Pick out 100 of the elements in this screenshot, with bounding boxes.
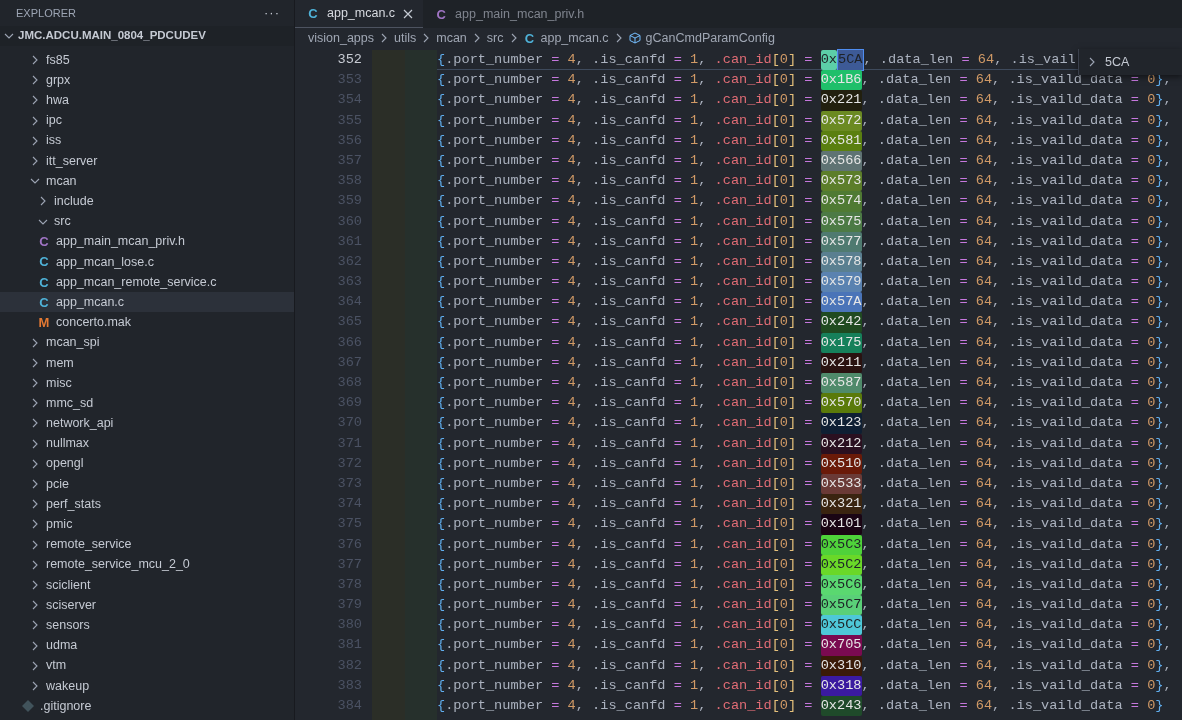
hex-value: 0x212: [820, 433, 862, 454]
chevron-right-icon[interactable]: [30, 418, 40, 429]
code-text: {.port_number = 4, .is_canfd = 1, .can_id[0] =: [437, 495, 814, 514]
folder-item[interactable]: ipc: [0, 110, 294, 131]
chevron-right-icon[interactable]: [30, 438, 40, 449]
folder-item[interactable]: mcan_spi: [0, 332, 294, 353]
breadcrumb-item[interactable]: utils: [394, 28, 417, 48]
breadcrumb-item[interactable]: mcan: [436, 28, 467, 48]
chevron-right-icon[interactable]: [30, 519, 40, 530]
file-item[interactable]: .gitignore: [0, 696, 294, 717]
file-item[interactable]: M concerto.mak: [0, 312, 294, 333]
hex-value: 0x581: [820, 130, 862, 151]
folder-item[interactable]: udma: [0, 635, 294, 656]
makefile-icon: M: [38, 316, 50, 330]
chevron-right-icon[interactable]: [30, 620, 40, 631]
file-item[interactable]: C app_mcan.c: [0, 292, 294, 313]
code-text: {.port_number = 4, .is_canfd = 1, .can_id[0] =: [437, 232, 814, 251]
breadcrumb-item[interactable]: vision_apps: [308, 28, 374, 48]
code-text: , .data_len = 64, .is_vaild_data = 0},: [861, 515, 1172, 534]
code-text: {.port_number = 4, .is_canfd = 1, .can_id[0] =: [437, 50, 814, 69]
folder-item[interactable]: mcan: [0, 171, 294, 192]
folder-item[interactable]: mmc_sd: [0, 393, 294, 414]
code-text: {.port_number = 4, .is_canfd = 1, .can_id[0] =: [437, 535, 814, 554]
chevron-right-icon[interactable]: [30, 640, 40, 651]
code-text: {.port_number = 4, .is_canfd = 1, .can_id[0] =: [437, 151, 814, 170]
folder-item[interactable]: vtm: [0, 655, 294, 676]
chevron-right-icon[interactable]: [30, 156, 40, 167]
folder-item[interactable]: pmic: [0, 514, 294, 535]
hex-value: 0x510: [820, 453, 862, 474]
folder-item[interactable]: perf_stats: [0, 494, 294, 515]
code-text: , .data_len = 64, .is_vaild_data = 0},: [861, 212, 1172, 231]
chevron-right-icon[interactable]: [38, 196, 48, 207]
code-text: {.port_number = 4, .is_canfd = 1, .can_id[0] =: [437, 474, 814, 493]
chevron-right-icon[interactable]: [30, 579, 40, 590]
breadcrumb-item[interactable]: src: [486, 28, 504, 48]
chevron-right-icon[interactable]: [30, 135, 40, 146]
workspace-header[interactable]: JMC.ADCU.MAIN_0804_PDCUDEV: [0, 26, 294, 46]
chevron-right-icon[interactable]: [30, 357, 40, 368]
chevron-right-icon[interactable]: [30, 115, 40, 126]
folder-item[interactable]: fs85: [0, 50, 294, 71]
chevron-down-icon[interactable]: [4, 31, 14, 41]
code-text: , .data_len = 64, .is_vaild_data = 0},: [861, 111, 1172, 130]
folder-item[interactable]: sensors: [0, 615, 294, 636]
folder-item[interactable]: opengl: [0, 453, 294, 474]
chevron-right-icon[interactable]: [30, 559, 40, 570]
chevron-right-icon[interactable]: [30, 660, 40, 671]
folder-item[interactable]: nullmax: [0, 433, 294, 454]
folder-item[interactable]: pcie: [0, 473, 294, 495]
editor-tab[interactable]: C app_mcan.c: [295, 0, 424, 28]
code-text: {.port_number = 4, .is_canfd = 1, .can_id[0] =: [437, 293, 814, 312]
chevron-right-icon[interactable]: [30, 95, 40, 106]
folder-item[interactable]: iss: [0, 130, 294, 151]
chevron-right-icon[interactable]: [1087, 57, 1097, 67]
hex-value: 0x566: [820, 150, 862, 172]
chevron-right-icon[interactable]: [30, 539, 40, 550]
folder-item[interactable]: itt_server: [0, 150, 294, 172]
code-text: , .data_len = 64, .is_vaild_data = 0},: [861, 91, 1172, 110]
code-text: {.port_number = 4, .is_canfd = 1, .can_id[0] =: [437, 131, 814, 150]
hex-value: 0x578: [820, 251, 862, 273]
folder-item[interactable]: include: [0, 191, 294, 212]
chevron-right-icon[interactable]: [379, 33, 389, 43]
code-text: , .data_len = 64, .is_vaild_data = 0},: [861, 474, 1172, 493]
code-text: , .data_len = 64, .is_vaild_data = 0},: [861, 555, 1172, 574]
folder-item[interactable]: network_api: [0, 413, 294, 434]
chevron-right-icon[interactable]: [30, 337, 40, 348]
chevron-right-icon[interactable]: [30, 600, 40, 611]
folder-item[interactable]: remote_service: [0, 534, 294, 555]
folder-item[interactable]: sciserver: [0, 595, 294, 616]
close-icon[interactable]: [403, 8, 414, 19]
file-item[interactable]: C app_mcan_lose.c: [0, 251, 294, 273]
file-item[interactable]: C app_mcan_remote_service.c: [0, 272, 294, 293]
find-field[interactable]: 5CA: [1105, 52, 1130, 72]
chevron-right-icon[interactable]: [30, 75, 40, 86]
folder-item[interactable]: src: [0, 211, 294, 232]
hex-value: 0x5C3: [820, 534, 862, 555]
c-file-icon: C: [435, 7, 448, 21]
chevron-right-icon[interactable]: [30, 680, 40, 691]
chevron-right-icon[interactable]: [30, 398, 40, 409]
file-item[interactable]: C app_main_mcan_priv.h: [0, 231, 294, 252]
code-text: {.port_number = 4, .is_canfd = 1, .can_id[0] =: [437, 616, 814, 635]
folder-item[interactable]: hwa: [0, 90, 294, 111]
folder-item[interactable]: mem: [0, 352, 294, 373]
breadcrumb-item[interactable]: gCanCmdParamConfig: [628, 28, 775, 48]
hex-value: 0x533: [820, 473, 862, 495]
hex-value: 0x1B6: [820, 70, 862, 91]
folder-item[interactable]: grpx: [0, 70, 294, 91]
folder-item[interactable]: misc: [0, 373, 294, 394]
chevron-right-icon[interactable]: [30, 55, 40, 66]
folder-item[interactable]: sciclient: [0, 574, 294, 596]
code-text: {.port_number = 4, .is_canfd = 1, .can_id[0] =: [437, 252, 814, 271]
more-actions-button[interactable]: ···: [264, 3, 280, 23]
breadcrumb-item[interactable]: C app_mcan.c: [523, 28, 609, 48]
chevron-right-icon[interactable]: [30, 378, 40, 389]
hex-value: 0x575: [820, 211, 862, 232]
chevron-right-icon[interactable]: [30, 458, 40, 469]
folder-item[interactable]: remote_service_mcu_2_0: [0, 554, 294, 575]
chevron-right-icon[interactable]: [30, 499, 40, 510]
editor-tab[interactable]: C app_main_mcan_priv.h: [423, 0, 615, 28]
chevron-right-icon[interactable]: [30, 479, 40, 490]
folder-item[interactable]: wakeup: [0, 675, 294, 696]
